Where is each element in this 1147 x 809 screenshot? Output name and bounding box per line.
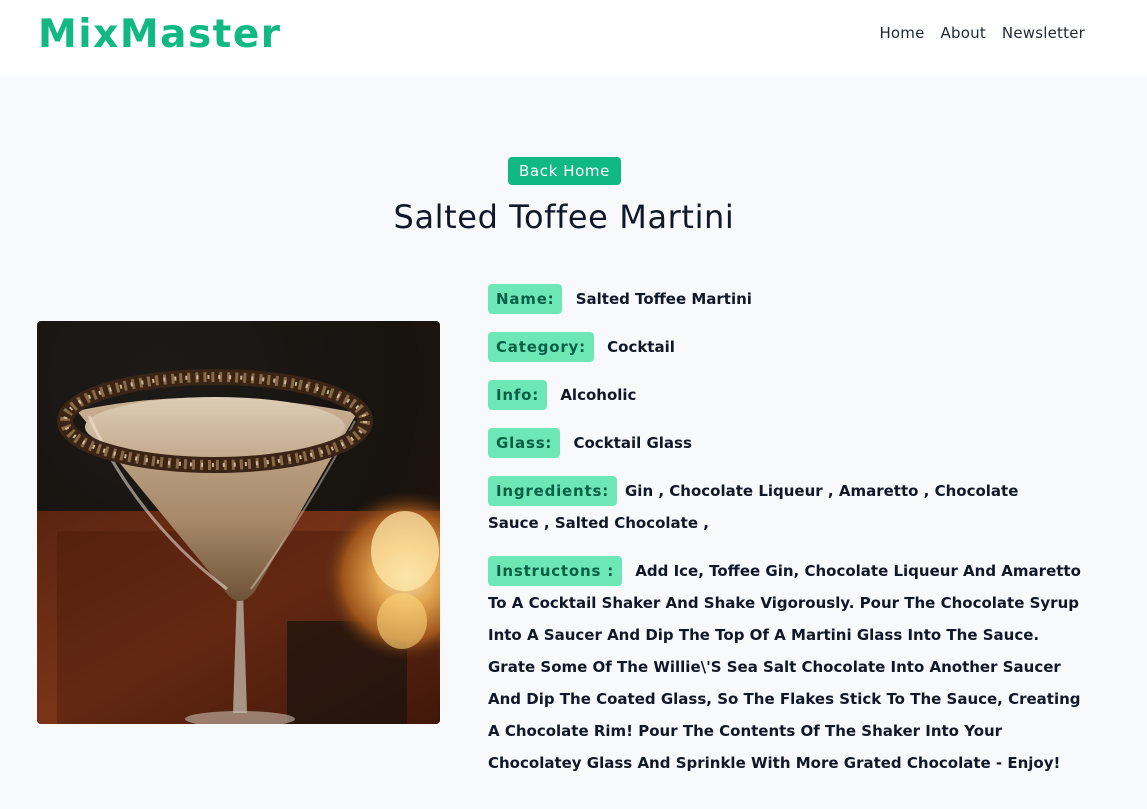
ingredient-item: Salted Chocolate (555, 514, 709, 532)
nav-link-home[interactable]: Home (879, 24, 924, 42)
category-row: Category: Cocktail (488, 331, 1090, 363)
name-row: Name: Salted Toffee Martini (488, 283, 1090, 315)
nav-link-about[interactable]: About (941, 24, 986, 42)
ingredient-item: Gin (625, 482, 669, 500)
ingredients-label: Ingredients: (488, 476, 617, 506)
ingredient-item: Chocolate Liqueur (669, 482, 839, 500)
glass-row: Glass: Cocktail Glass (488, 427, 1090, 459)
drink-info: Name: Salted Toffee Martini Category: Co… (488, 283, 1090, 795)
nav-link-newsletter[interactable]: Newsletter (1002, 24, 1085, 42)
glass-value: Cocktail Glass (573, 434, 692, 452)
info-row: Info: Alcoholic (488, 379, 1090, 411)
instructions-label: Instructons : (488, 556, 623, 586)
category-label: Category: (488, 332, 594, 362)
category-value: Cocktail (607, 338, 675, 356)
instructions-value: Add Ice, Toffee Gin, Chocolate Liqueur A… (488, 562, 1081, 772)
glass-label: Glass: (488, 428, 561, 458)
drink-image (37, 321, 440, 724)
info-label: Info: (488, 380, 548, 410)
name-label: Name: (488, 284, 563, 314)
martini-photo-icon (37, 321, 440, 724)
brand-logo[interactable]: MixMaster (38, 12, 282, 57)
ingredients-row: Ingredients: GinChocolate LiqueurAmaretto… (488, 475, 1090, 539)
info-value: Alcoholic (560, 386, 637, 404)
navbar: MixMaster Home About Newsletter (0, 0, 1147, 77)
back-home-button[interactable]: Back Home (508, 157, 621, 185)
name-value: Salted Toffee Martini (575, 290, 752, 308)
instructions-row: Instructons : Add Ice, Toffee Gin, Choco… (488, 555, 1090, 779)
ingredient-item: Amaretto (839, 482, 935, 500)
nav-links: Home About Newsletter (879, 24, 1085, 42)
page-title: Salted Toffee Martini (393, 198, 735, 236)
